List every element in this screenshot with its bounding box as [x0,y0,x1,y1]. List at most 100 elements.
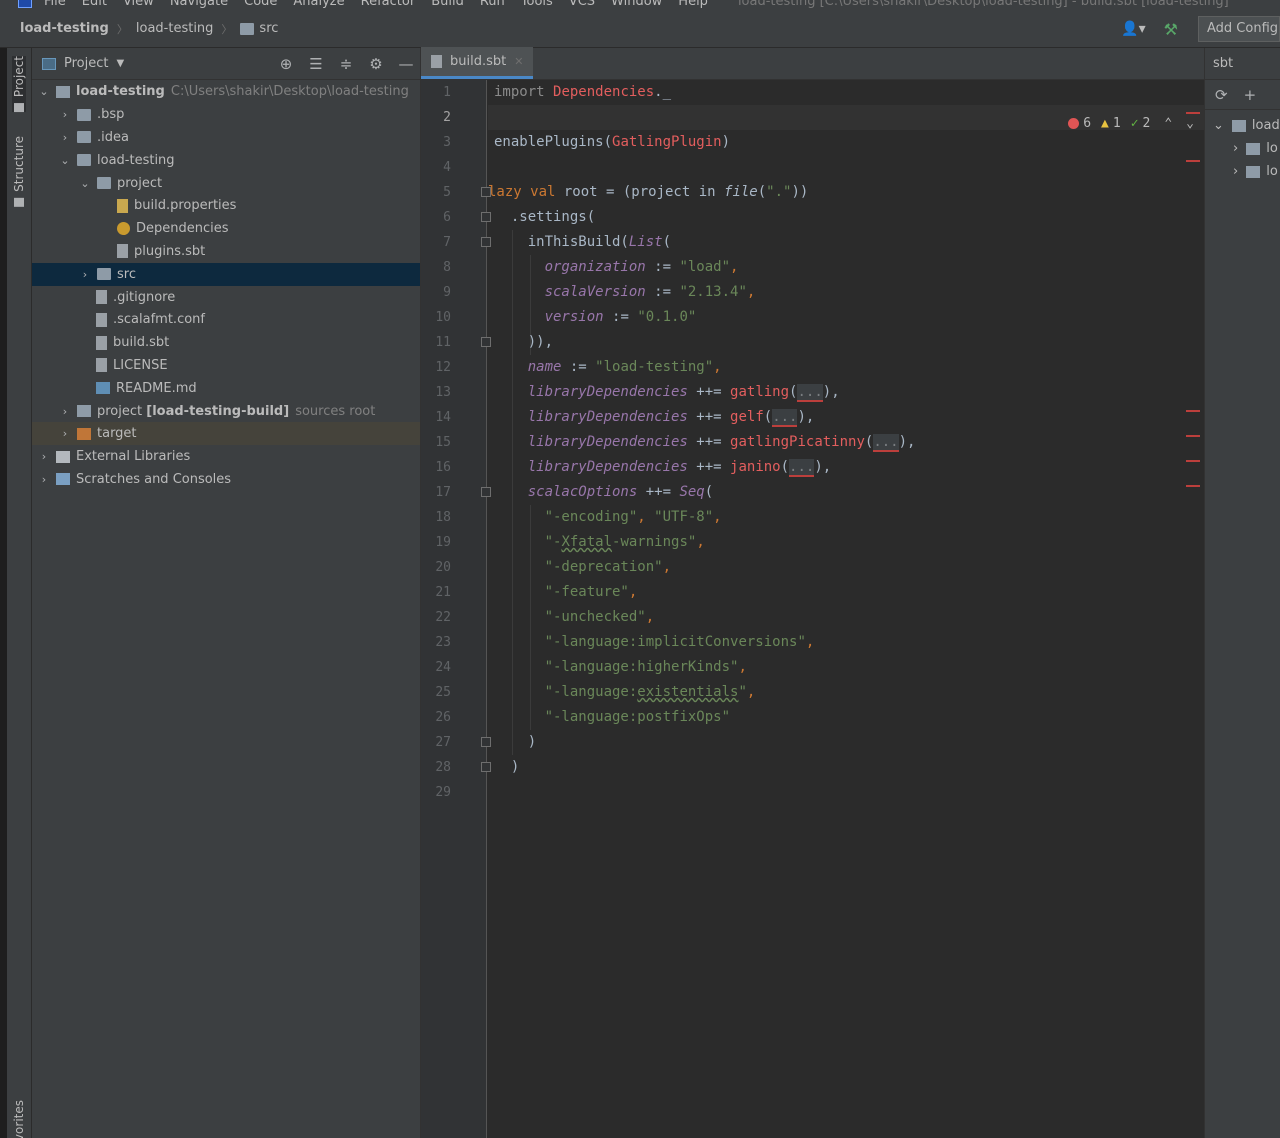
sbt-module-icon [1246,165,1261,178]
code-line: libraryDependencies ++= janino(...), [527,459,832,477]
chevron-down-icon[interactable]: ⌄ [1213,118,1224,133]
error-stripe-marker[interactable] [1186,410,1200,412]
code-line: )), [494,334,554,350]
folder-icon [97,268,111,281]
menu-window[interactable]: Window [611,0,662,9]
chevron-right-icon[interactable]: › [1233,164,1238,179]
locate-file-icon[interactable]: ⊕ [278,55,294,73]
expand-all-icon[interactable]: ☰ [308,55,324,73]
weak-warning-icon: ✓ [1130,116,1139,131]
user-icon[interactable]: 👤▾ [1121,21,1145,37]
folded-code-placeholder[interactable]: ... [772,409,798,427]
menu-refactor[interactable]: Refactor [361,0,416,9]
chevron-right-icon[interactable]: › [38,473,50,486]
sbt-tree-node[interactable]: › lo [1205,137,1280,160]
close-icon[interactable]: ✕ [514,55,523,68]
tree-node-gitignore[interactable]: .gitignore [32,286,420,309]
menu-file[interactable]: File [44,0,66,9]
editor-tabs: build.sbt ✕ [421,47,1204,80]
tree-node-load-testing-root[interactable]: ⌄ load-testing C:\Users\shakir\Desktop\l… [32,81,420,104]
chevron-right-icon[interactable]: › [59,131,71,144]
error-stripe-marker[interactable] [1186,485,1200,487]
tree-node-project[interactable]: ⌄ project [32,172,420,195]
scratches-icon [56,473,70,486]
plus-icon[interactable]: + [1244,86,1257,104]
tree-node-scalafmt-conf[interactable]: .scalafmt.conf [32,308,420,331]
tab-build-sbt[interactable]: build.sbt ✕ [421,47,534,79]
chevron-down-icon[interactable]: ⌄ [79,177,91,190]
breadcrumb-src[interactable]: src [240,21,278,36]
menu-view[interactable]: View [123,0,154,9]
tree-node-build-properties[interactable]: build.properties [32,194,420,217]
tree-node-license[interactable]: LICENSE [32,354,420,377]
gear-icon[interactable]: ⚙ [368,55,384,73]
sbt-tree-node[interactable]: ⌄ load [1205,114,1280,137]
menu-vcs[interactable]: VCS [569,0,595,9]
tool-tab-project[interactable]: Project [12,56,26,113]
menu-bar: File Edit View Navigate Code Analyze Ref… [0,0,1280,10]
tree-node-project-build[interactable]: › project [load-testing-build] sources r… [32,400,420,423]
tree-node-src[interactable]: › src [32,262,420,286]
line-number: 13 [435,385,451,400]
menu-navigate[interactable]: Navigate [170,0,228,9]
error-stripe-marker[interactable] [1186,435,1200,437]
chevron-right-icon[interactable]: › [59,405,71,418]
folded-code-placeholder[interactable]: ... [873,434,899,452]
tool-tab-structure[interactable]: Structure [12,136,26,207]
sbt-tree-node[interactable]: › lo [1205,160,1280,183]
window-title: load-testing [C:\Users\shakir\Desktop\lo… [737,0,1229,9]
tree-node-dependencies[interactable]: Dependencies [32,217,420,240]
menu-help[interactable]: Help [678,0,708,9]
menu-code[interactable]: Code [244,0,277,9]
tree-node-load-testing[interactable]: ⌄ load-testing [32,149,420,172]
breadcrumb-module[interactable]: load-testing [136,21,214,36]
tree-node-build-sbt[interactable]: build.sbt [32,331,420,354]
code-line: import Dependencies._ [494,84,672,100]
previous-highlight-icon[interactable]: ⌃ [1164,116,1172,131]
tree-node-scratches[interactable]: › Scratches and Consoles [32,468,420,491]
properties-file-icon [117,198,128,213]
chevron-down-icon[interactable]: ▼ [116,58,124,69]
code-line: name := "load-testing", [527,359,722,375]
chevron-right-icon[interactable]: › [38,450,50,463]
error-stripe-marker[interactable] [1186,160,1200,162]
menu-build[interactable]: Build [431,0,464,9]
tree-node-readme[interactable]: README.md [32,377,420,400]
chevron-right-icon[interactable]: › [59,427,71,440]
menu-edit[interactable]: Edit [82,0,107,9]
chevron-down-icon[interactable]: ⌄ [59,154,71,167]
tree-node-plugins-sbt[interactable]: plugins.sbt [32,240,420,263]
breadcrumb: load-testing 〉 load-testing 〉 src [0,21,278,37]
menu-run[interactable]: Run [480,0,505,9]
tool-tab-favorites[interactable]: vorites [12,1100,26,1138]
hide-panel-icon[interactable]: — [398,55,414,73]
build-hammer-icon[interactable]: ⚒ [1164,20,1178,39]
code-line: "-language:existentials", [544,684,756,700]
tree-node-bsp[interactable]: › .bsp [32,103,420,126]
tree-node-idea[interactable]: › .idea [32,126,420,149]
collapse-all-icon[interactable]: ≑ [338,55,354,73]
folded-code-placeholder[interactable]: ... [797,384,823,402]
chevron-right-icon[interactable]: › [1233,141,1238,156]
add-configuration-button[interactable]: Add Config [1198,16,1280,42]
tree-node-external-libraries[interactable]: › External Libraries [32,445,420,468]
project-view-selector[interactable]: Project [64,56,108,71]
chevron-right-icon[interactable]: › [59,108,71,121]
breadcrumb-root[interactable]: load-testing [20,21,109,36]
error-stripe-marker[interactable] [1186,112,1200,114]
next-highlight-icon[interactable]: ⌄ [1186,116,1194,131]
menu-analyze[interactable]: Analyze [293,0,344,9]
code-line: libraryDependencies ++= gelf(...), [527,409,815,427]
chevron-right-icon[interactable]: › [79,268,91,281]
line-number: 20 [435,560,451,575]
error-stripe-marker[interactable] [1186,460,1200,462]
warning-count: 1 [1112,116,1121,131]
code-editor[interactable]: import Dependencies._ enablePlugins(Gatl… [488,80,1204,1138]
refresh-icon[interactable]: ⟳ [1215,86,1228,104]
tree-node-target[interactable]: › target [32,422,420,446]
chevron-down-icon[interactable]: ⌄ [38,85,50,98]
inspection-widget[interactable]: 6 ▲ 1 ✓ 2 ⌃ ⌄ [1068,116,1194,131]
folded-code-placeholder[interactable]: ... [789,459,815,477]
structure-icon [14,197,24,207]
menu-tools[interactable]: Tools [521,0,553,9]
